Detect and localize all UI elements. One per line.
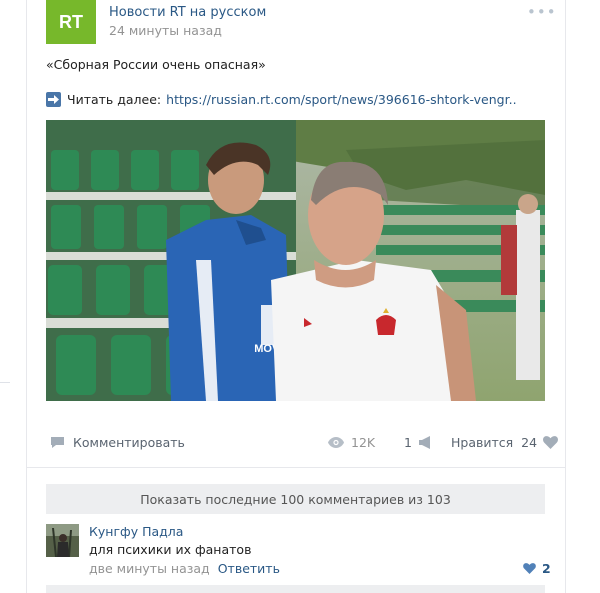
ellipsis-icon[interactable]: ••• (527, 3, 557, 21)
views-count: 12K (351, 435, 376, 450)
page-right-border (565, 0, 566, 593)
next-item-edge (46, 585, 545, 593)
views-counter: 12K (328, 435, 375, 450)
reply-button[interactable]: Ответить (218, 561, 280, 576)
comment-author-name[interactable]: Кунгфу Падла (89, 524, 183, 539)
comment-label: Комментировать (73, 435, 185, 450)
rt-logo-avatar[interactable]: RT (46, 0, 96, 44)
edge-mark (0, 382, 10, 383)
comment-heart-icon (523, 563, 536, 574)
arrow-right-icon (46, 92, 61, 107)
readmore-label: Читать далее: (67, 92, 162, 107)
share-button[interactable]: 1 (404, 435, 433, 450)
readmore-line: Читать далее: https://russian.rt.com/spo… (46, 92, 517, 107)
avatar-image (46, 524, 79, 557)
photo-illustration: MOVIE (46, 120, 545, 401)
comment-meta: две минуты назад Ответить (89, 561, 280, 576)
post-author-link[interactable]: Новости RT на русском (109, 5, 266, 20)
comment-button[interactable]: Комментировать (50, 435, 185, 450)
share-megaphone-icon (418, 436, 430, 449)
like-button[interactable]: Нравится 24 (451, 435, 559, 450)
comment-like-count: 2 (542, 561, 551, 576)
comments-divider (27, 467, 565, 468)
show-more-comments-button[interactable]: Показать последние 100 комментариев из 1… (46, 484, 545, 514)
rt-logo: RT (59, 12, 83, 32)
svg-text:RT: RT (59, 12, 83, 32)
eye-icon (328, 437, 344, 448)
heart-icon (543, 436, 559, 449)
article-link[interactable]: https://russian.rt.com/sport/news/396616… (166, 92, 516, 107)
comment-like-button[interactable]: 2 (523, 561, 551, 576)
post-card: RT Новости RT на русском 24 минуты назад… (27, 0, 565, 593)
post-actions: Комментировать 12K 1 Нравится 24 (46, 428, 559, 456)
comment-author-avatar[interactable] (46, 524, 79, 557)
comment-text: для психики их фанатов (89, 542, 252, 557)
comment-icon (51, 437, 64, 448)
like-count: 24 (521, 435, 538, 450)
shares-count: 1 (404, 435, 412, 450)
like-label: Нравится (451, 435, 514, 450)
comment-timestamp[interactable]: две минуты назад (89, 561, 210, 576)
post-timestamp[interactable]: 24 минуты назад (109, 23, 222, 38)
post-title: «Сборная России очень опасная» (46, 57, 266, 72)
post-photo[interactable]: MOVIE (46, 120, 545, 401)
